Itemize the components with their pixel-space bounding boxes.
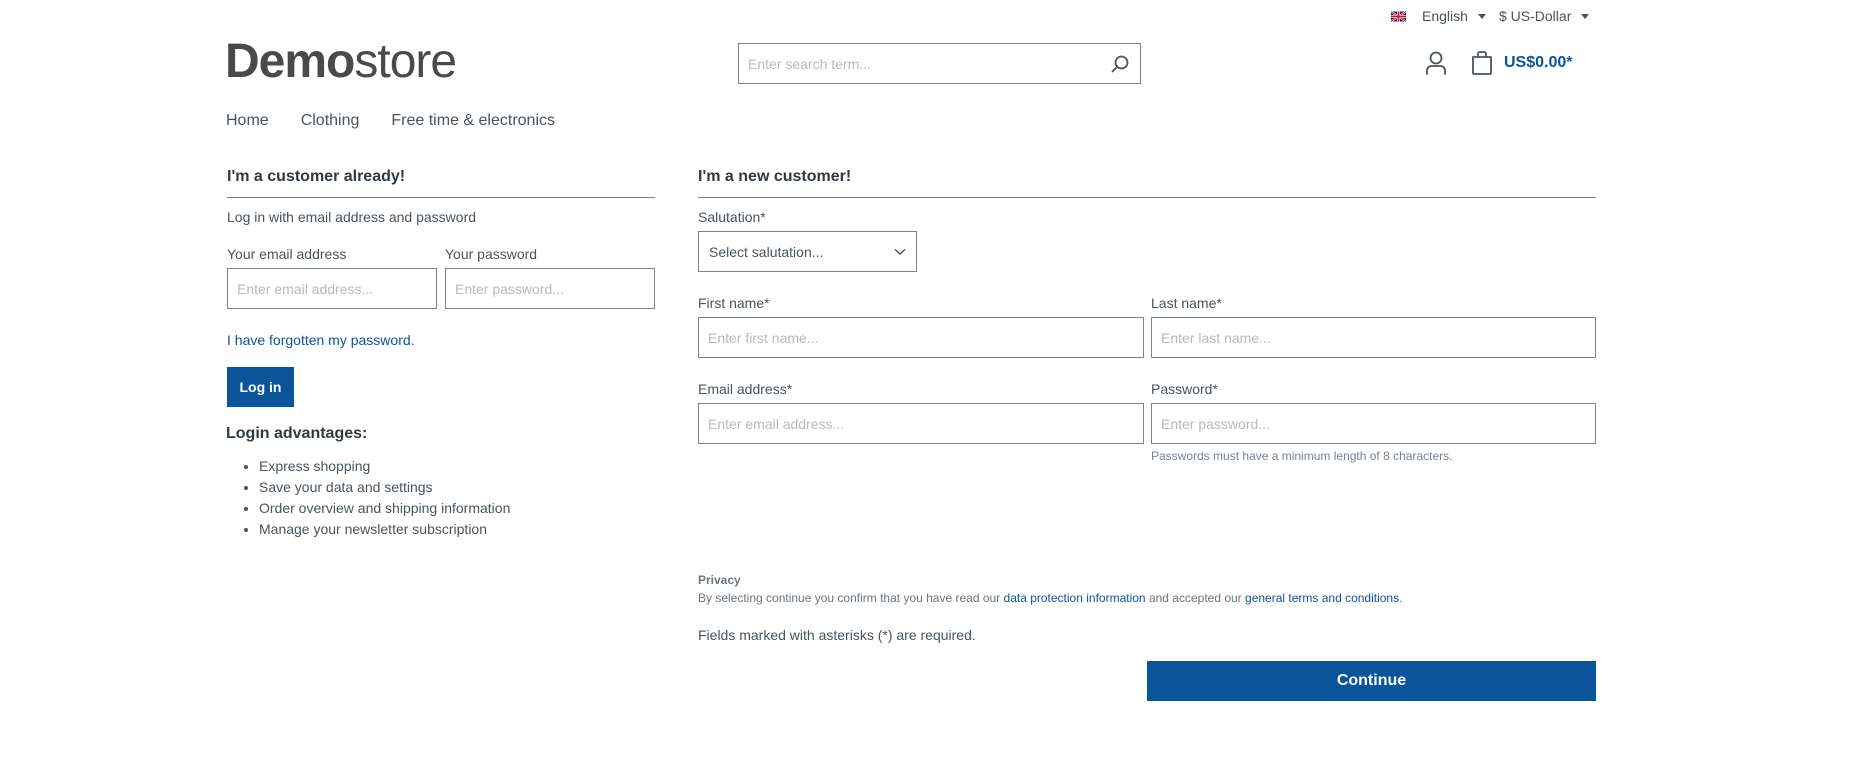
uk-flag-icon [1391,10,1406,22]
register-password-field [1151,403,1596,444]
login-email-label: Your email address [227,246,347,262]
search-input[interactable] [739,55,1100,72]
last-name-field [1151,317,1596,358]
privacy-title: Privacy [698,573,741,587]
last-name-label: Last name* [1151,295,1222,311]
search-button[interactable] [1100,44,1140,83]
login-advantages-title: Login advantages: [226,425,368,442]
advantage-item: Express shopping [259,456,510,477]
register-password-label: Password* [1151,381,1218,397]
advantage-item: Order overview and shipping information [259,498,510,519]
login-title: I'm a customer already! [227,168,406,185]
salutation-select[interactable]: Select salutation... [698,231,917,272]
data-protection-link[interactable]: data protection information [1004,591,1146,605]
salutation-label: Salutation* [698,209,766,225]
cart-button[interactable]: US$0.00* [1470,50,1573,76]
register-title: I'm a new customer! [698,168,852,185]
register-email-label: Email address* [698,381,793,397]
shopping-bag-icon [1472,51,1492,75]
cart-total: US$0.00* [1504,54,1573,71]
caret-down-icon [1581,13,1590,19]
main-navigation: Home Clothing Free time & electronics [226,112,555,130]
currency-selector[interactable]: $ US-Dollar [1499,8,1590,24]
forgot-password-link[interactable]: I have forgotten my password. [227,332,415,348]
logo-light: store [354,35,457,88]
required-fields-note: Fields marked with asterisks (*) are req… [698,627,976,643]
login-password-label: Your password [445,246,538,262]
account-button[interactable] [1424,50,1448,78]
search-bar [738,43,1141,84]
store-logo[interactable]: Demostore [225,35,457,88]
register-password-input[interactable] [1152,404,1595,443]
first-name-input[interactable] [699,318,1143,357]
caret-down-icon [1477,13,1486,19]
language-label: English [1422,8,1468,24]
user-icon [1426,51,1446,75]
language-selector[interactable]: English [1391,8,1486,24]
nav-item-home[interactable]: Home [226,112,269,130]
advantage-item: Manage your newsletter subscription [259,519,510,540]
salutation-selected: Select salutation... [709,243,824,260]
first-name-label: First name* [698,295,770,311]
password-hint: Passwords must have a minimum length of … [1151,449,1453,463]
register-divider [698,197,1596,198]
first-name-field [698,317,1144,358]
privacy-text: . [1399,591,1403,605]
privacy-text: By selecting continue you confirm that y… [698,591,1004,605]
privacy-notice: By selecting continue you confirm that y… [698,591,1402,605]
last-name-input[interactable] [1152,318,1595,357]
register-email-field [698,403,1144,444]
login-advantages-list: Express shopping Save your data and sett… [227,456,510,540]
nav-item-clothing[interactable]: Clothing [301,112,360,130]
login-password-field [445,268,655,309]
login-password-input[interactable] [446,269,654,308]
privacy-text: and accepted our [1145,591,1246,605]
search-icon [1111,55,1129,72]
login-subtitle: Log in with email address and password [227,209,477,225]
login-email-field [227,268,437,309]
nav-item-free-time-electronics[interactable]: Free time & electronics [391,112,555,130]
terms-conditions-link[interactable]: general terms and conditions [1245,591,1399,605]
logo-bold: Demo [225,35,355,88]
currency-label: $ US-Dollar [1499,8,1572,24]
login-button[interactable]: Log in [227,367,294,407]
chevron-down-icon [894,248,906,255]
continue-button[interactable]: Continue [1147,661,1596,701]
register-email-input[interactable] [699,404,1143,443]
login-email-input[interactable] [228,269,436,308]
login-divider [227,197,655,198]
advantage-item: Save your data and settings [259,477,510,498]
